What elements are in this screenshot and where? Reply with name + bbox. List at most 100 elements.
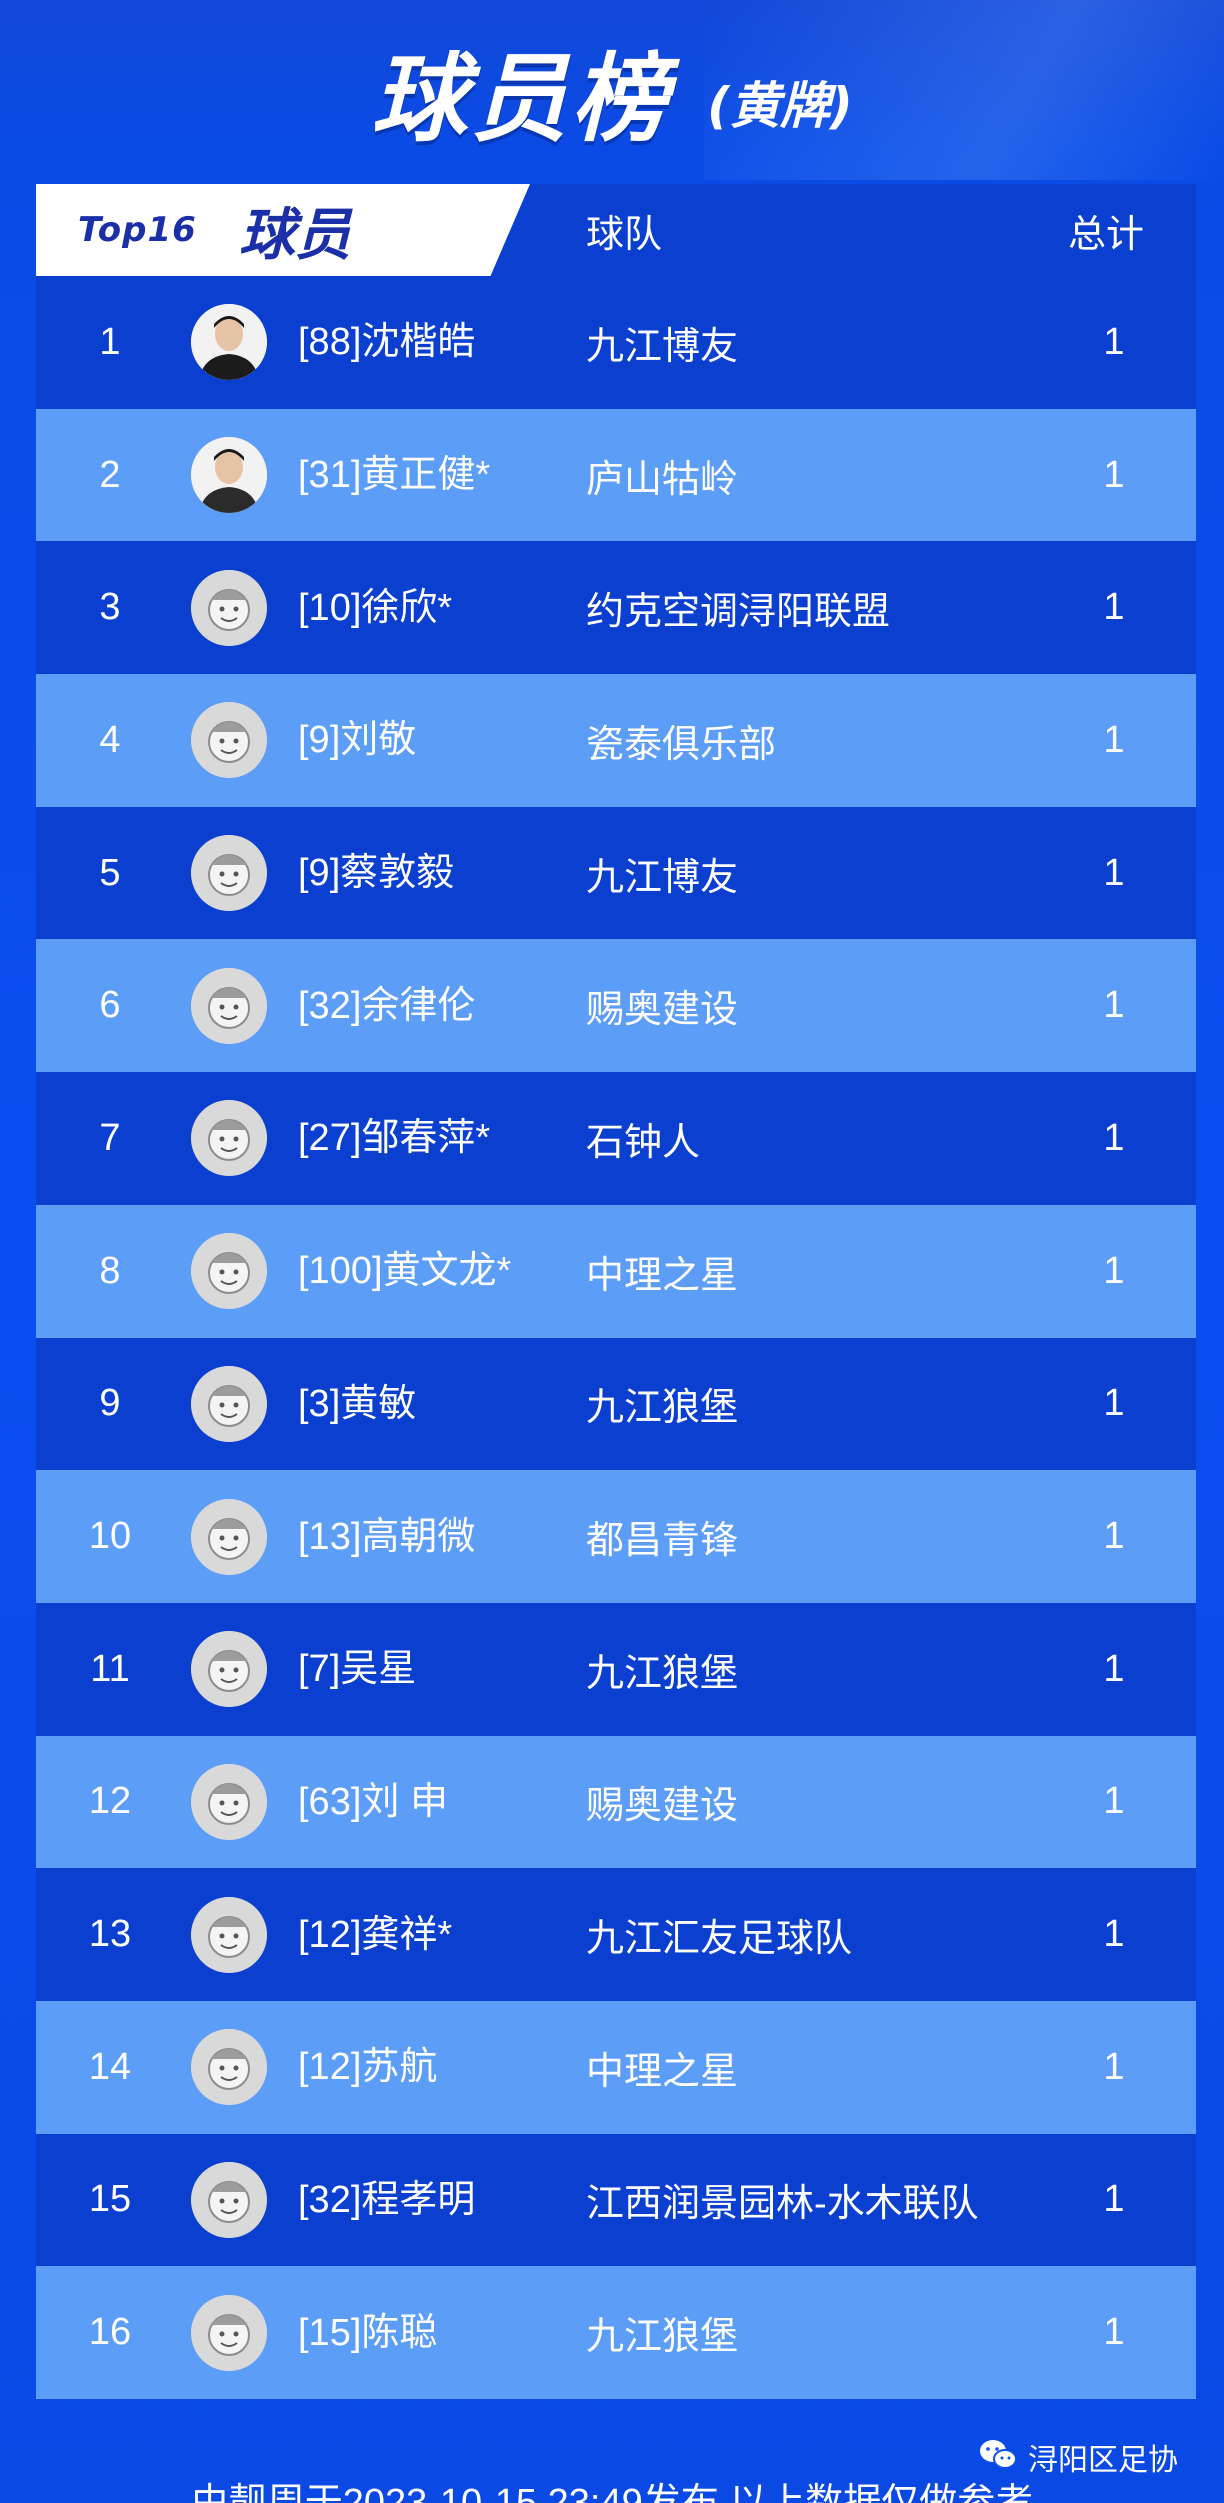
team-name: 赐奥建设 (586, 1785, 739, 1828)
table-row[interactable]: 5 [9]蔡敦毅 九江博友 1 (36, 806, 1196, 940)
team-name: 庐山牯岭 (586, 458, 739, 501)
team-name: 九江狼堡 (586, 1387, 739, 1430)
total-count: 1 (1103, 1249, 1125, 1292)
team-name: 九江博友 (586, 325, 739, 368)
player-name: [88]沈楷皓 (298, 321, 476, 364)
player-name: [63]刘 申 (298, 1780, 448, 1823)
total-count: 1 (1103, 718, 1125, 761)
rank-number: 14 (88, 2045, 132, 2088)
player-name: [100]黄文龙* (298, 1250, 512, 1293)
team-name: 石钟人 (586, 1121, 701, 1164)
player-name: [7]吴星 (298, 1648, 417, 1691)
rank-number: 8 (99, 1249, 121, 1292)
default-avatar-icon (191, 967, 267, 1044)
player-name: [15]陈聪 (298, 2311, 438, 2354)
player-name: [10]徐欣* (298, 586, 453, 629)
table-row[interactable]: 1 [88]沈楷皓 九江博友 1 (36, 276, 1196, 409)
table-row[interactable]: 10 [13]高朝微 都昌青锋 1 (36, 1470, 1196, 1603)
team-name: 约克空调浔阳联盟 (586, 591, 891, 634)
page-header: 球员榜 (黄牌) (0, 0, 1224, 180)
table-body: 1 [88]沈楷皓 九江博友 1 2 [31]黄正健* 庐山牯岭 1 3 [10]徐欣* 约克… (36, 276, 1196, 2399)
player-name: [32]余律伦 (298, 984, 476, 1027)
table-row[interactable]: 2 [31]黄正健* 庐山牯岭 1 (36, 408, 1196, 542)
page-subtitle: (黄牌) (707, 77, 853, 135)
player-name: [13]高朝微 (298, 1515, 476, 1558)
total-count: 1 (1103, 1780, 1125, 1823)
table-row[interactable]: 13 [12]龚祥* 九江汇友足球队 1 (36, 1868, 1196, 2001)
total-count: 1 (1103, 453, 1125, 496)
total-count: 1 (1103, 1515, 1125, 1558)
team-name: 瓷泰俱乐部 (586, 723, 777, 766)
team-name: 九江博友 (586, 856, 739, 899)
table-row[interactable]: 8 [100]黄文龙* 中理之星 1 (36, 1204, 1196, 1338)
publish-note: 由靓周于2023-10-15 23:49发布 以上数据仅做参考 (190, 2482, 1034, 2503)
table-row[interactable]: 14 [12]苏航 中理之星 1 (36, 2000, 1196, 2134)
table-row[interactable]: 7 [27]邹春萍* 石钟人 1 (36, 1072, 1196, 1205)
default-avatar-icon (191, 2161, 267, 2238)
table-row[interactable]: 11 [7]吴星 九江狼堡 1 (36, 1602, 1196, 1736)
rank-number: 1 (99, 320, 121, 363)
table-row[interactable]: 6 [32]余律伦 赐奥建设 1 (36, 939, 1196, 1073)
player-name: [31]黄正健* (298, 454, 491, 497)
default-avatar-icon (191, 702, 267, 779)
default-avatar-icon (191, 835, 267, 912)
rank-number: 10 (88, 1515, 132, 1558)
default-avatar-icon (191, 1498, 267, 1575)
rank-number: 3 (99, 586, 121, 629)
player-photo-avatar (191, 304, 267, 381)
team-name: 九江狼堡 (586, 2316, 739, 2359)
total-count: 1 (1103, 984, 1125, 1027)
rank-number: 12 (88, 1780, 132, 1823)
table-row[interactable]: 16 [15]陈聪 九江狼堡 1 (36, 2266, 1196, 2399)
default-avatar-icon (191, 2029, 267, 2106)
team-name: 中理之星 (586, 1254, 739, 1297)
rank-number: 6 (99, 984, 121, 1027)
total-count: 1 (1103, 1382, 1125, 1425)
player-name: [32]程孝明 (298, 2178, 476, 2221)
default-avatar-icon (191, 1631, 267, 1708)
rank-number: 7 (99, 1116, 121, 1159)
player-name: [9]蔡敦毅 (298, 852, 455, 895)
total-count: 1 (1103, 1913, 1125, 1956)
total-count: 1 (1103, 320, 1125, 363)
player-column-header: 球员 (238, 202, 351, 268)
total-count: 1 (1103, 2311, 1125, 2354)
player-name: [12]龚祥* (298, 1913, 453, 1956)
table-row[interactable]: 12 [63]刘 申 赐奥建设 1 (36, 1735, 1196, 1869)
total-column-header: 总计 (1067, 213, 1144, 256)
team-name: 江西润景园林-水木联队 (586, 2183, 979, 2226)
total-count: 1 (1103, 851, 1125, 894)
page-footer: 浔阳区足协 由靓周于2023-10-15 23:49发布 以上数据仅做参考 (0, 2415, 1224, 2503)
table-row[interactable]: 3 [10]徐欣* 约克空调浔阳联盟 1 (36, 541, 1196, 675)
team-name: 中理之星 (586, 2050, 739, 2093)
rank-number: 13 (88, 1913, 132, 1956)
total-count: 1 (1103, 1647, 1125, 1690)
table-row[interactable]: 9 [3]黄敏 九江狼堡 1 (36, 1337, 1196, 1471)
rank-number: 11 (90, 1647, 130, 1690)
player-name: [3]黄敏 (298, 1382, 417, 1425)
top-label: Top16 (78, 210, 197, 250)
team-column-header: 球队 (586, 213, 663, 256)
table-row[interactable]: 4 [9]刘敬 瓷泰俱乐部 1 (36, 674, 1196, 807)
header-tab: Top16 球员 (36, 184, 530, 276)
player-name: [27]邹春萍* (298, 1117, 491, 1160)
total-count: 1 (1103, 2178, 1125, 2221)
table-header: Top16 球员 球队 总计 (36, 184, 1196, 276)
rank-number: 9 (99, 1382, 121, 1425)
team-name: 九江狼堡 (586, 1652, 739, 1695)
default-avatar-icon (191, 1100, 267, 1177)
default-avatar-icon (191, 1233, 267, 1310)
default-avatar-icon (191, 1365, 267, 1442)
rank-number: 5 (99, 851, 121, 894)
rank-number: 2 (99, 453, 121, 496)
rank-number: 4 (99, 718, 121, 761)
total-count: 1 (1103, 1116, 1125, 1159)
team-name: 九江汇友足球队 (586, 1918, 853, 1961)
default-avatar-icon (191, 569, 267, 646)
leaderboard-table: Top16 球员 球队 总计 1 [88]沈楷皓 九江博友 1 2 [31]黄正健* 庐… (36, 184, 1196, 2399)
player-name: [12]苏航 (298, 2046, 438, 2089)
table-row[interactable]: 15 [32]程孝明 江西润景园林-水木联队 1 (36, 2133, 1196, 2267)
total-count: 1 (1103, 586, 1125, 629)
team-name: 赐奥建设 (586, 989, 739, 1032)
default-avatar-icon (191, 2294, 267, 2371)
